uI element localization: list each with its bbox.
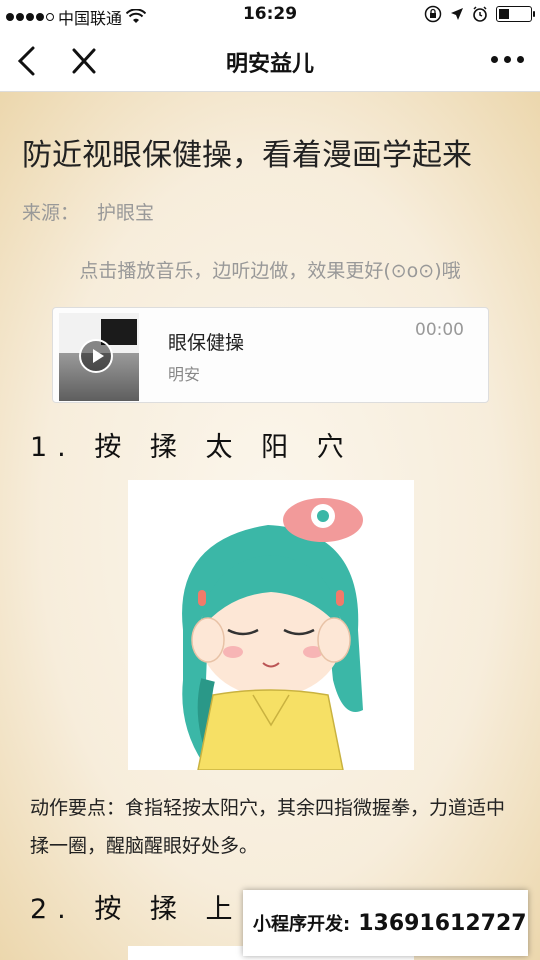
rotation-lock-icon <box>424 5 442 23</box>
nav-bar: 明安益儿 <box>0 30 540 92</box>
article-content: 防近视眼保健操，看着漫画学起来 来源： 护眼宝 点击播放音乐，边听边做，效果更好(… <box>0 92 540 960</box>
play-icon[interactable] <box>79 339 113 373</box>
ad-banner[interactable]: 小程序开发: 13691612727 <box>243 890 528 956</box>
source-label: 来源： <box>22 202 80 224</box>
audio-duration: 00:00 <box>415 320 464 340</box>
nav-title: 明安益儿 <box>225 52 314 77</box>
audio-title: 眼保健操 <box>168 332 245 354</box>
section-heading-1: 1. 按 揉 太 阳 穴 <box>30 432 354 463</box>
ad-phone[interactable]: 13691612727 <box>358 911 526 936</box>
alarm-icon <box>473 6 487 22</box>
battery-icon <box>496 6 535 22</box>
status-right <box>424 5 535 23</box>
audio-player[interactable]: 眼保健操 明安 00:00 <box>52 307 489 403</box>
location-icon <box>451 8 463 20</box>
section-description-1: 动作要点：食指轻按太阳穴，其余四指微握拳，力道适中揉一圈，醒脑醒眼好处多。 <box>30 797 506 857</box>
illustration-temple-massage <box>128 480 414 770</box>
source-name[interactable]: 护眼宝 <box>97 202 154 224</box>
play-hint: 点击播放音乐，边听边做，效果更好(⊙o⊙)哦 <box>79 260 461 282</box>
audio-author: 明安 <box>168 365 201 384</box>
article-source: 来源： 护眼宝 <box>22 198 154 225</box>
status-bar: 中国联通 16:29 <box>0 0 540 30</box>
more-options-icon[interactable] <box>491 56 524 63</box>
ad-label: 小程序开发: <box>253 914 351 935</box>
article-title: 防近视眼保健操，看着漫画学起来 <box>22 138 472 173</box>
